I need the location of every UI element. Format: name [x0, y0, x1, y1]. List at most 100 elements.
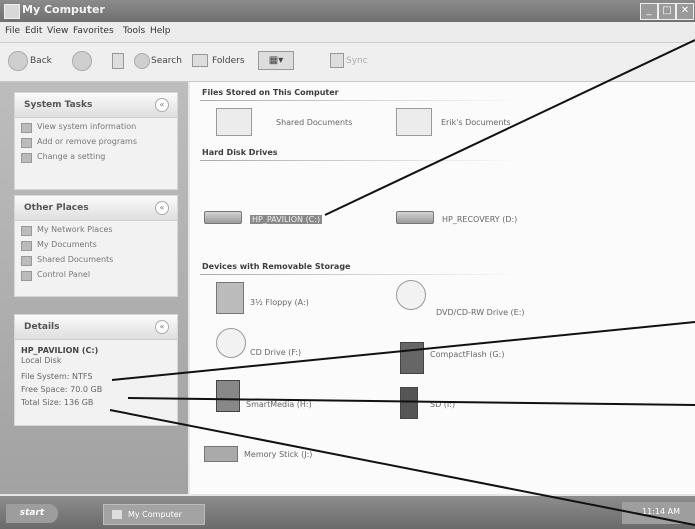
system-tasks-panel: System Tasks « View system information A… [14, 92, 178, 190]
link-label: Add or remove programs [37, 137, 137, 146]
folder-icon [21, 241, 32, 251]
details-total-size: Total Size: 136 GB [21, 398, 94, 407]
up-folder-icon[interactable] [112, 53, 124, 69]
cd-drive-icon [216, 328, 246, 358]
back-icon[interactable] [8, 51, 28, 71]
folders-button[interactable]: Folders [212, 56, 245, 66]
memory-card-icon [400, 342, 424, 374]
details-header: Details « [15, 315, 177, 340]
title-bar[interactable]: My Computer _ □ ✕ [0, 0, 695, 22]
my-computer-icon [112, 510, 122, 519]
menu-view[interactable]: View [47, 26, 68, 36]
link-label: My Documents [37, 240, 97, 249]
collapse-icon[interactable]: « [155, 320, 169, 334]
minimize-button[interactable]: _ [640, 3, 658, 20]
item-label: CD Drive (F:) [250, 348, 302, 357]
menu-file[interactable]: File [5, 26, 20, 36]
close-button[interactable]: ✕ [676, 3, 694, 20]
item-label: Shared Documents [276, 118, 353, 127]
divider [200, 160, 520, 161]
my-documents-link[interactable]: My Documents [21, 240, 177, 251]
menu-edit[interactable]: Edit [25, 26, 42, 36]
menu-help[interactable]: Help [150, 26, 171, 36]
item-label: Memory Stick (J:) [244, 450, 313, 459]
section-header-removable: Devices with Removable Storage [190, 262, 690, 276]
other-places-header: Other Places « [15, 196, 177, 221]
hard-drive-icon [396, 211, 434, 224]
search-icon[interactable] [134, 53, 150, 69]
back-button-label[interactable]: Back [30, 56, 52, 66]
folder-icon [216, 108, 252, 136]
change-setting-link[interactable]: Change a setting [21, 152, 177, 163]
menu-tools[interactable]: Tools [123, 26, 145, 36]
content-pane: Files Stored on This Computer Shared Doc… [190, 82, 695, 494]
toolbar: Back Search Folders ▦▾ Sync [0, 43, 695, 82]
system-tasks-title: System Tasks [24, 100, 93, 110]
taskbar-my-computer[interactable]: My Computer [103, 504, 205, 525]
control-panel-icon [21, 153, 32, 163]
menu-favorites[interactable]: Favorites [73, 26, 114, 36]
window-title: My Computer [22, 3, 105, 16]
item-label: Erik's Documents [441, 118, 511, 127]
section-title: Files Stored on This Computer [202, 88, 339, 97]
other-places-title: Other Places [24, 203, 89, 213]
shared-documents-link[interactable]: Shared Documents [21, 255, 177, 266]
network-icon [21, 226, 32, 236]
folder-icon [396, 108, 432, 136]
section-header-shared: Files Stored on This Computer [190, 88, 690, 102]
item-label: CompactFlash (G:) [430, 350, 505, 359]
folders-icon[interactable] [192, 54, 208, 67]
view-system-info-link[interactable]: View system information [21, 122, 177, 133]
collapse-icon[interactable]: « [155, 98, 169, 112]
item-label: SmartMedia (H:) [246, 400, 312, 409]
item-label: HP_PAVILION (C:) [250, 215, 323, 224]
link-label: Shared Documents [37, 255, 114, 264]
info-icon [21, 123, 32, 133]
link-label: View system information [37, 122, 137, 131]
my-computer-window: My Computer _ □ ✕ File Edit View Favorit… [0, 0, 695, 529]
item-label: SD (I:) [430, 400, 456, 409]
floppy-drive-icon [216, 282, 244, 314]
details-drive-name: HP_PAVILION (C:) [21, 346, 99, 355]
my-computer-icon [4, 4, 20, 19]
task-pane: System Tasks « View system information A… [0, 82, 188, 494]
item-label: HP_RECOVERY (D:) [442, 215, 518, 224]
item-label: 3½ Floppy (A:) [250, 298, 309, 307]
menu-bar: File Edit View Favorites Tools Help [0, 22, 695, 43]
link-label: Change a setting [37, 152, 106, 161]
section-title: Hard Disk Drives [202, 148, 278, 157]
item-label: DVD/CD-RW Drive (E:) [436, 308, 525, 317]
details-free-space: Free Space: 70.0 GB [21, 385, 103, 394]
collapse-icon[interactable]: « [155, 201, 169, 215]
system-tray: 11:14 AM [622, 502, 695, 524]
sync-button[interactable]: Sync [346, 56, 368, 66]
start-button[interactable]: start [6, 504, 58, 523]
memory-card-icon [400, 387, 418, 419]
other-places-panel: Other Places « My Network Places My Docu… [14, 195, 178, 297]
divider [200, 274, 520, 275]
folder-icon [21, 256, 32, 266]
details-title: Details [24, 322, 60, 332]
clock: 11:14 AM [642, 507, 680, 516]
divider [200, 100, 520, 101]
hard-drive-icon [204, 211, 242, 224]
search-button[interactable]: Search [151, 56, 182, 66]
section-header-hard-disks: Hard Disk Drives [190, 148, 690, 162]
details-drive-type: Local Disk [21, 356, 62, 365]
memory-card-icon [216, 380, 240, 412]
link-label: Control Panel [37, 270, 91, 279]
add-remove-programs-link[interactable]: Add or remove programs [21, 137, 177, 148]
section-title: Devices with Removable Storage [202, 262, 351, 271]
forward-icon[interactable] [72, 51, 92, 71]
sync-icon[interactable] [330, 53, 344, 68]
task-label: My Computer [128, 510, 182, 519]
control-panel-link[interactable]: Control Panel [21, 270, 177, 281]
cd-drive-icon [396, 280, 426, 310]
network-places-link[interactable]: My Network Places [21, 225, 177, 236]
maximize-button[interactable]: □ [658, 3, 676, 20]
programs-icon [21, 138, 32, 148]
views-button[interactable]: ▦▾ [258, 51, 294, 70]
memory-stick-icon [204, 446, 238, 462]
link-label: My Network Places [37, 225, 113, 234]
taskbar: start My Computer 11:14 AM [0, 496, 695, 529]
